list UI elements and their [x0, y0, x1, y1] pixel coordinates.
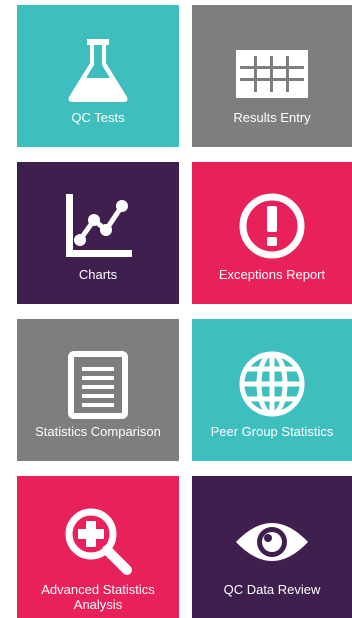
tile-label: QC Data Review [223, 582, 321, 597]
tile-charts[interactable]: Charts [17, 162, 179, 304]
tile-statistics-comparison[interactable]: Statistics Comparison [17, 319, 179, 461]
magnify-plus-icon [17, 506, 179, 576]
flask-icon [17, 35, 179, 105]
globe-icon [192, 349, 352, 419]
tile-label: Exceptions Report [218, 267, 326, 282]
tile-advanced-statistics-analysis[interactable]: Advanced Statistics Analysis [17, 476, 179, 618]
document-icon [17, 351, 179, 419]
table-grid-icon [192, 50, 352, 98]
tile-label: Advanced Statistics Analysis [41, 582, 155, 612]
tile-label: Peer Group Statistics [210, 424, 334, 439]
tile-exceptions-report[interactable]: Exceptions Report [192, 162, 352, 304]
line-chart-icon [17, 192, 179, 258]
tile-peer-group-statistics[interactable]: Peer Group Statistics [192, 319, 352, 461]
tile-label: Statistics Comparison [35, 424, 161, 439]
tile-qc-tests[interactable]: QC Tests [17, 5, 179, 147]
exclamation-circle-icon [192, 192, 352, 260]
tile-label: Charts [78, 267, 118, 282]
eye-icon [192, 518, 352, 566]
tile-label: QC Tests [71, 110, 125, 125]
tile-qc-data-review[interactable]: QC Data Review [192, 476, 352, 618]
tile-results-entry[interactable]: Results Entry [192, 5, 352, 147]
tile-label: Results Entry [233, 110, 311, 125]
